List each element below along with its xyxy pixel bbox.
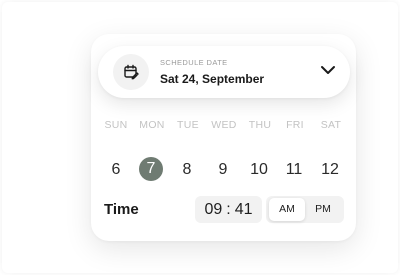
- time-hours[interactable]: 09: [204, 201, 222, 219]
- day-7-selected[interactable]: 7: [139, 157, 163, 181]
- day-10[interactable]: 10: [246, 158, 272, 182]
- time-separator: :: [226, 200, 231, 218]
- weekday-fri: FRI: [286, 119, 304, 131]
- chevron-down-icon[interactable]: [320, 64, 336, 76]
- weekday-tue: TUE: [177, 119, 199, 131]
- weekday-mon: MON: [139, 119, 165, 131]
- schedule-date-label: SCHEDULE DATE: [160, 58, 228, 67]
- calendar-edit-icon: [124, 64, 139, 80]
- day-8[interactable]: 8: [174, 158, 200, 182]
- pm-button[interactable]: PM: [305, 198, 341, 221]
- time-minutes[interactable]: 41: [235, 201, 253, 219]
- weekday-sun: SUN: [104, 119, 128, 131]
- weekday-wed: WED: [211, 119, 237, 131]
- schedule-date-dropdown[interactable]: SCHEDULE DATE Sat 24, September: [98, 46, 350, 98]
- am-button[interactable]: AM: [269, 198, 305, 221]
- day-9[interactable]: 9: [210, 158, 236, 182]
- day-11[interactable]: 11: [281, 158, 307, 182]
- time-label: Time: [104, 201, 139, 218]
- day-12[interactable]: 12: [317, 158, 343, 182]
- time-input[interactable]: 09 : 41: [195, 196, 262, 223]
- day-6[interactable]: 6: [103, 158, 129, 182]
- schedule-date-value: Sat 24, September: [160, 72, 265, 86]
- calendar-icon-badge: [113, 54, 149, 90]
- weekday-thu: THU: [248, 119, 272, 131]
- weekday-sat: SAT: [320, 119, 342, 131]
- am-pm-toggle: AM PM: [266, 196, 344, 223]
